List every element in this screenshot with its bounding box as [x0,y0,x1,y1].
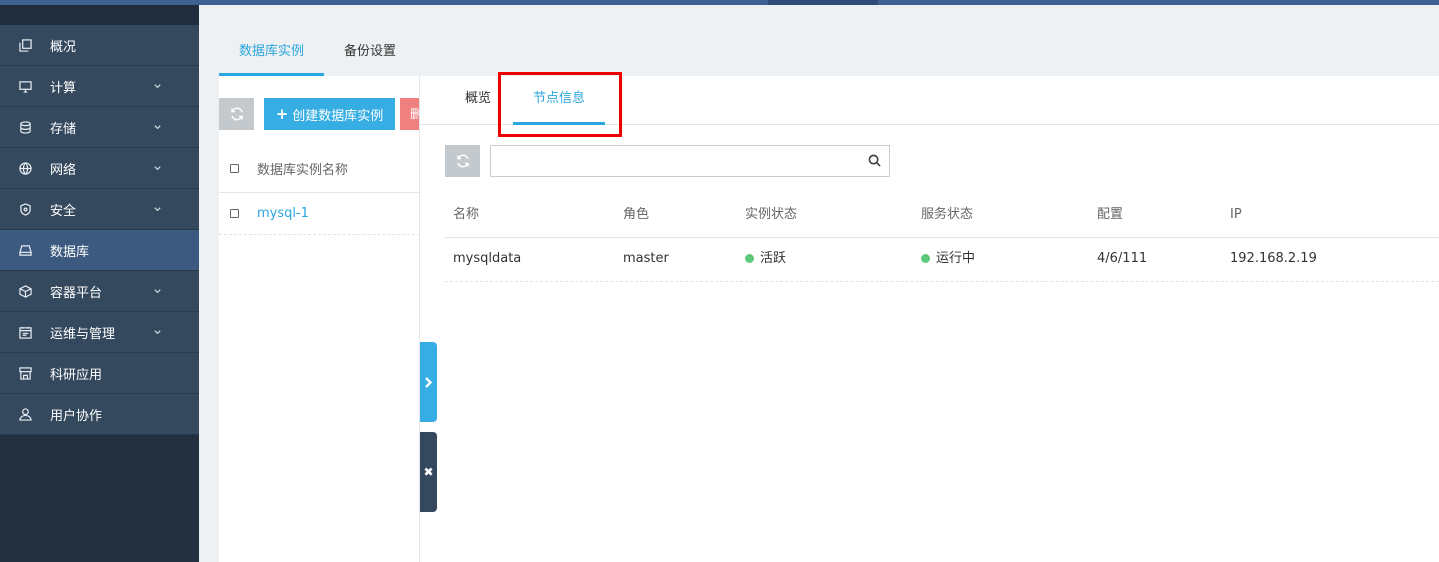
monitor-icon [18,79,32,93]
column-header-config: 配置 [1097,207,1124,222]
sidebar-item-label: 概况 [50,39,77,55]
node-refresh-button[interactable] [445,145,480,177]
sidebar-item-label: 科研应用 [50,367,103,383]
create-instance-button[interactable]: + 创建数据库实例 [264,98,395,130]
sidebar-item-label: 存储 [50,121,77,137]
shield-icon [18,202,32,216]
close-panel-handle[interactable]: ✖ [420,432,437,512]
sidebar-item-storage[interactable]: 存储 [0,107,199,148]
active-tab-indicator [513,122,605,125]
plus-icon: + [275,105,289,123]
tab-node-info-label: 节点信息 [532,91,585,106]
sidebar-item-label: 数据库 [50,244,90,260]
sidebar-item-label: 运维与管理 [50,326,116,342]
sidebar-item-label: 计算 [50,80,77,96]
sidebar-item-research-apps[interactable]: 科研应用 [0,353,199,394]
logo-area [0,5,199,25]
sidebar-item-user-collab[interactable]: 用户协作 [0,394,199,435]
instance-status-text: 活跃 [760,251,787,266]
sidebar-item-label: 安全 [50,203,77,219]
cell-ip: 192.168.2.19 [1230,251,1317,266]
sidebar-item-security[interactable]: 安全 [0,189,199,230]
status-dot-icon [921,254,930,263]
table-row[interactable]: mysqldata master 活跃 运行中 4/6/111 192.168.… [445,238,1439,282]
tab-node-info[interactable]: 节点信息 [513,76,605,125]
drive-icon [18,243,32,257]
sidebar-item-overview[interactable]: 概况 [0,25,199,66]
sidebar-item-label: 容器平台 [50,285,103,301]
select-all-checkbox[interactable] [230,164,239,173]
column-header-instance-name: 数据库实例名称 [257,163,349,178]
node-table: 名称 角色 实例状态 服务状态 配置 IP mysqldata master 活… [445,194,1439,282]
column-header-name: 名称 [453,207,480,222]
refresh-icon [230,107,243,121]
store-icon [18,366,32,380]
tab-backup-settings[interactable]: 备份设置 [324,30,416,76]
list-toolbar: + 创建数据库实例 删 [219,76,420,145]
column-header-ip: IP [1230,207,1242,222]
column-header-service-status: 服务状态 [921,207,974,222]
cell-role: master [623,251,669,266]
chevron-down-icon [153,121,163,131]
sidebar-item-label: 用户协作 [50,408,103,424]
sidebar: 概况 计算 存储 网络 安全 数据库 容器平台 运维与管理 科研应用 用户协作 [0,25,199,562]
refresh-icon [456,154,469,168]
sidebar-item-compute[interactable]: 计算 [0,66,199,107]
users-icon [18,407,32,421]
globe-icon [18,161,32,175]
detail-panel: 概览 节点信息 名称 角色 实例状态 服务状态 配置 IP mysqldata … [420,72,1439,562]
sidebar-item-database[interactable]: 数据库 [0,230,199,271]
chevron-down-icon [153,162,163,172]
sidebar-item-container-platform[interactable]: 容器平台 [0,271,199,312]
sidebar-item-network[interactable]: 网络 [0,148,199,189]
search-icon[interactable] [868,154,882,168]
cell-service-status: 运行中 [921,238,975,280]
cell-name: mysqldata [453,251,522,266]
instance-name-link[interactable]: mysql-1 [257,206,309,221]
copy-icon [18,38,32,52]
top-bar [0,0,1439,5]
sidebar-item-label: 网络 [50,162,77,178]
database-icon [18,120,32,134]
instance-list-panel: + 创建数据库实例 删 数据库实例名称 mysql-1 [219,76,420,562]
chevron-down-icon [153,203,163,213]
main-tabs: 数据库实例 备份设置 [219,30,416,76]
table-header: 名称 角色 实例状态 服务状态 配置 IP [445,194,1439,238]
status-dot-icon [745,254,754,263]
cell-instance-status: 活跃 [745,238,786,280]
expand-panel-handle[interactable] [420,342,437,422]
column-header-role: 角色 [623,207,650,222]
close-icon: ✖ [423,465,434,479]
refresh-button[interactable] [219,98,254,130]
list-header: 数据库实例名称 [219,145,420,193]
search-input[interactable] [491,146,851,176]
search-box [490,145,890,177]
service-status-text: 运行中 [936,251,976,266]
chevron-down-icon [153,326,163,336]
cube-icon [18,284,32,298]
cell-config: 4/6/111 [1097,251,1148,266]
top-bar-segment [768,0,878,5]
column-header-instance-status: 实例状态 [745,207,798,222]
sidebar-menu: 概况 计算 存储 网络 安全 数据库 容器平台 运维与管理 科研应用 用户协作 [0,25,199,435]
calendar-icon [18,325,32,339]
delete-button[interactable]: 删 [400,98,420,130]
detail-tabs: 概览 节点信息 [420,72,1439,137]
chevron-down-icon [153,80,163,90]
chevron-right-icon [425,376,433,388]
chevron-down-icon [153,285,163,295]
create-instance-label: 创建数据库实例 [292,108,384,124]
sidebar-item-ops-management[interactable]: 运维与管理 [0,312,199,353]
list-item[interactable]: mysql-1 [219,193,420,235]
tab-overview[interactable]: 概览 [453,76,503,125]
tab-db-instances[interactable]: 数据库实例 [219,30,325,76]
row-checkbox[interactable] [230,209,239,218]
